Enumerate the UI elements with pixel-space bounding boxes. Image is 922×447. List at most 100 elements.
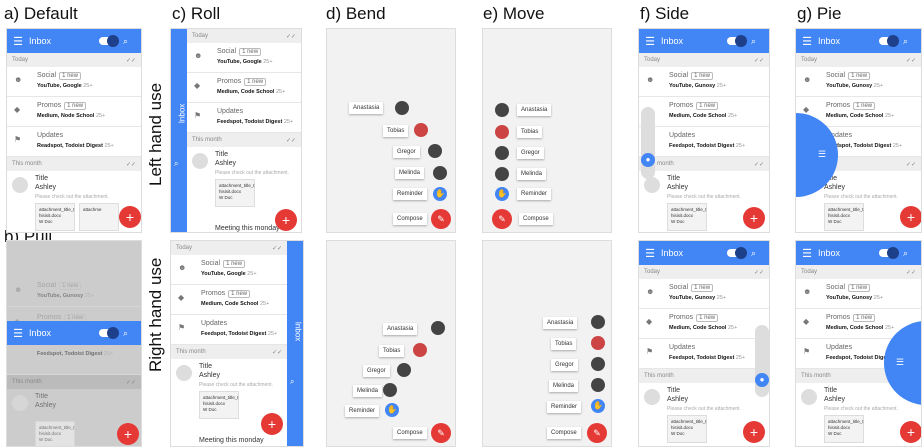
bundle-social[interactable]: ☻ Social 1 new YouTube, Gunosy 25+ xyxy=(7,277,141,307)
contact-chip[interactable]: Anastasia xyxy=(349,102,384,114)
contact-avatar[interactable] xyxy=(591,336,605,350)
compose-fab[interactable]: + xyxy=(119,206,141,228)
toggle-icon[interactable] xyxy=(99,327,119,339)
contact-chip[interactable]: Tobias xyxy=(379,345,405,357)
contact-avatar[interactable] xyxy=(591,315,605,329)
compose-pencil-fab[interactable]: ✎ xyxy=(431,209,451,229)
contact-chip[interactable]: Melinda xyxy=(549,380,579,392)
attachment[interactable]: attachment_title_t hisisit.docx W Doc xyxy=(35,421,75,446)
bundle-promos[interactable]: ◆ Promos1 new Medium, Code School 25+ xyxy=(639,97,769,127)
contact-chip[interactable]: Gregor xyxy=(363,365,390,377)
roll-sidebar[interactable]: Inbox ⌕ xyxy=(287,241,303,446)
search-icon[interactable]: ⌕ xyxy=(290,377,294,387)
side-menu-pill[interactable]: ● xyxy=(755,325,769,397)
reminder-chip[interactable]: Reminder xyxy=(345,405,380,417)
compose-chip[interactable]: Compose xyxy=(393,213,427,225)
reminder-icon[interactable]: ✋ xyxy=(433,187,447,201)
search-icon[interactable]: ⌕ xyxy=(751,36,765,47)
bundle-updates[interactable]: ⚑ Updates Feedspot, Todoist Digest 25+ xyxy=(171,315,287,345)
search-icon[interactable]: ⌕ xyxy=(123,36,137,47)
toggle-icon[interactable] xyxy=(727,247,747,259)
contact-chip[interactable]: Anastasia xyxy=(517,104,552,116)
menu-icon[interactable]: ☰ xyxy=(818,149,826,160)
contact-avatar[interactable] xyxy=(414,123,428,137)
attachment[interactable]: attachment_title_t hisisit.docx W Doc xyxy=(667,203,707,231)
contact-chip[interactable]: Anastasia xyxy=(383,323,418,335)
toggle-icon[interactable] xyxy=(879,247,899,259)
menu-icon[interactable]: ☰ xyxy=(796,35,818,48)
bundle-updates[interactable]: ⚑ Updates Feedspot, Todoist Digest 25+ xyxy=(639,127,769,157)
attachment[interactable]: attachment_title_t hisisit.docx W Doc xyxy=(35,203,75,231)
menu-icon[interactable]: ☰ xyxy=(639,35,661,48)
reminder-icon[interactable]: ✋ xyxy=(495,187,509,201)
toggle-icon[interactable] xyxy=(879,35,899,47)
compose-fab[interactable]: + xyxy=(743,421,765,443)
compose-chip[interactable]: Compose xyxy=(393,427,427,439)
menu-icon[interactable]: ☰ xyxy=(639,247,661,260)
contact-avatar[interactable] xyxy=(397,363,411,377)
contact-chip[interactable]: Tobias xyxy=(551,338,577,350)
bundle-social[interactable]: ☻ Social 1 new YouTube, Google 25+ xyxy=(187,43,301,73)
bundle-updates[interactable]: ⚑ Updates Readspot, Todoist Digest 25+ xyxy=(7,127,141,157)
compose-fab[interactable]: + xyxy=(900,421,921,443)
side-menu-pill[interactable]: ● xyxy=(641,107,655,179)
toggle-icon[interactable]: ● xyxy=(641,153,655,167)
bundle-updates[interactable]: ⚑ Updates Feedspot, Todoist Digest 25+ xyxy=(639,339,769,369)
compose-pencil-fab[interactable]: ✎ xyxy=(587,423,607,443)
bundle-updates[interactable]: ⚑ Updates Feedspot, Todoist Digest 25+ xyxy=(187,103,301,133)
contact-avatar[interactable] xyxy=(433,166,447,180)
attachment[interactable]: attachme xyxy=(79,203,119,231)
contact-chip[interactable]: Tobias xyxy=(383,125,409,137)
bundle-social[interactable]: ☻ Social 1 new YouTube, Gunosy 25+ xyxy=(796,67,921,97)
contact-chip[interactable]: Melinda xyxy=(353,385,383,397)
compose-fab[interactable]: + xyxy=(117,423,139,445)
contact-chip[interactable]: Gregor xyxy=(393,146,420,158)
search-icon[interactable]: ⌕ xyxy=(903,36,917,47)
attachment[interactable]: attachment_title_t hisisit.docx W Doc xyxy=(824,203,864,231)
compose-pencil-fab[interactable]: ✎ xyxy=(431,423,451,443)
menu-icon[interactable]: ☰ xyxy=(7,327,29,340)
reminder-chip[interactable]: Reminder xyxy=(393,188,428,200)
contact-avatar[interactable] xyxy=(591,378,605,392)
contact-avatar[interactable] xyxy=(495,146,509,160)
toggle-icon[interactable] xyxy=(727,35,747,47)
attachment[interactable]: attachment_title_t hisisit.docx W Doc xyxy=(215,179,255,207)
bundle-social[interactable]: ☻ Social 1 new YouTube, Gunosy 25+ xyxy=(796,279,921,309)
bundle-promos[interactable]: ◆ Promos1 new Medium, Code School 25+ xyxy=(171,285,287,315)
attachment[interactable]: attachment_title_t hisisit.docx W Doc xyxy=(824,415,864,443)
contact-avatar[interactable] xyxy=(428,144,442,158)
roll-sidebar[interactable]: Inbox ⌕ xyxy=(171,29,187,232)
contact-chip[interactable]: Melinda xyxy=(517,168,547,180)
bundle-promos[interactable]: ◆ Promos 1 new Medium, Node School 25+ xyxy=(7,97,141,127)
compose-fab[interactable]: + xyxy=(261,413,283,435)
contact-chip[interactable]: Gregor xyxy=(551,359,578,371)
contact-avatar[interactable] xyxy=(413,343,427,357)
contact-chip[interactable]: Anastasia xyxy=(543,317,578,329)
search-icon[interactable]: ⌕ xyxy=(174,159,178,169)
meeting-item[interactable]: Meeting this monday xyxy=(215,225,280,232)
contact-avatar[interactable] xyxy=(591,357,605,371)
contact-avatar[interactable] xyxy=(395,101,409,115)
compose-chip[interactable]: Compose xyxy=(519,213,553,225)
toggle-icon[interactable] xyxy=(99,35,119,47)
compose-pencil-fab[interactable]: ✎ xyxy=(492,209,512,229)
menu-icon[interactable]: ☰ xyxy=(896,357,904,368)
bundle-promos[interactable]: ◆ Promos1 new Medium, Code School 25+ xyxy=(639,309,769,339)
search-icon[interactable]: ⌕ xyxy=(123,328,137,339)
reminder-icon[interactable]: ✋ xyxy=(591,399,605,413)
toggle-icon[interactable]: ● xyxy=(755,373,769,387)
search-icon[interactable]: ⌕ xyxy=(903,248,917,259)
contact-avatar[interactable] xyxy=(383,383,397,397)
reminder-chip[interactable]: Reminder xyxy=(547,401,582,413)
compose-fab[interactable]: + xyxy=(900,206,921,228)
contact-chip[interactable]: Melinda xyxy=(395,167,425,179)
contact-chip[interactable]: Tobias xyxy=(517,126,543,138)
search-icon[interactable]: ⌕ xyxy=(751,248,765,259)
contact-chip[interactable]: Gregor xyxy=(517,147,544,159)
contact-avatar[interactable] xyxy=(495,103,509,117)
contact-avatar[interactable] xyxy=(495,125,509,139)
reminder-icon[interactable]: ✋ xyxy=(385,403,399,417)
bundle-social[interactable]: ☻ Social 1 new YouTube, Gunosy 25+ xyxy=(639,279,769,309)
bundle-promos[interactable]: ◆ Promos1 new Medium, Code School 25+ xyxy=(187,73,301,103)
bundle-updates[interactable]: Feedspot, Todoist Digest 25+ xyxy=(7,345,141,375)
